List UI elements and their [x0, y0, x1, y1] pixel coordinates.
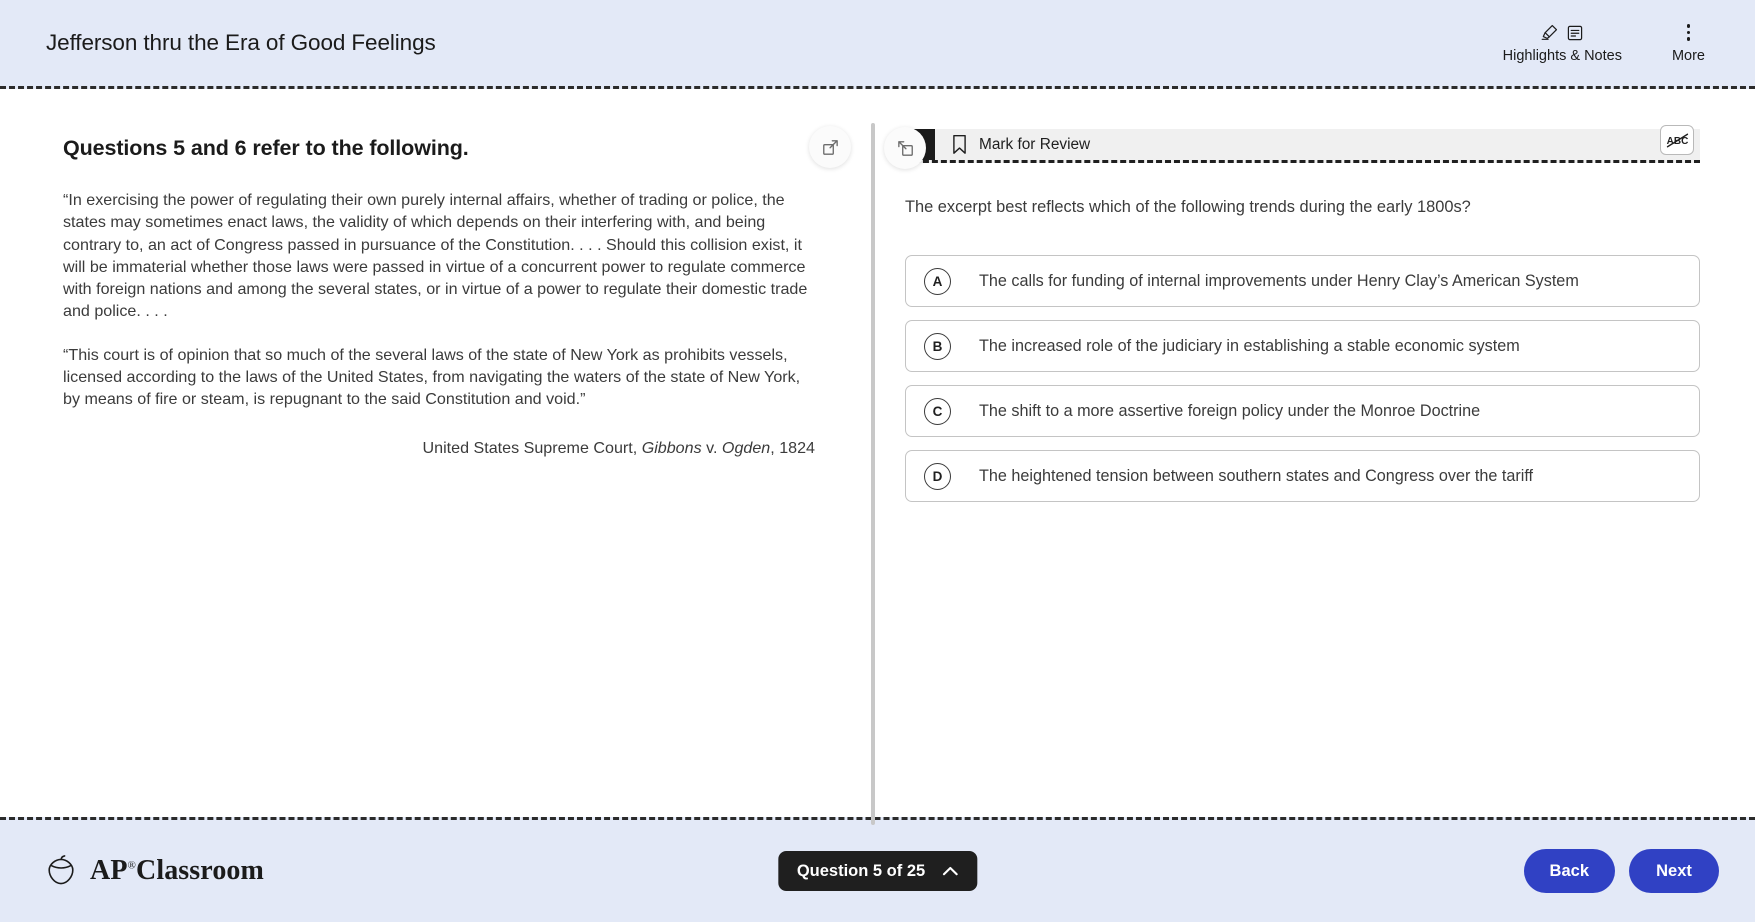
mark-for-review-button[interactable]: Mark for Review: [935, 129, 1090, 160]
highlighter-icon: [1540, 23, 1559, 42]
citation-v: v.: [701, 438, 722, 457]
citation-prefix: United States Supreme Court,: [422, 438, 642, 457]
ap-classroom-question-screen: Jefferson thru the Era of Good Feelings: [0, 0, 1755, 922]
brand-registered-mark: ®: [127, 859, 136, 872]
question-header-bar: 5 Mark for Review ABC: [905, 125, 1700, 163]
highlights-and-notes-label: Highlights & Notes: [1502, 47, 1622, 64]
option-letter: A: [924, 267, 951, 295]
kebab-menu-icon: [1686, 23, 1691, 43]
question-pager-button[interactable]: Question 5 of 25: [777, 851, 978, 891]
mark-for-review-label: Mark for Review: [979, 135, 1091, 153]
passage-paragraph: “This court is of opinion that so much o…: [63, 345, 801, 409]
chevron-up-icon: [942, 866, 958, 877]
page-title: Jefferson thru the Era of Good Feelings: [46, 30, 436, 55]
more-icon-row: [1686, 23, 1691, 43]
next-button[interactable]: Next: [1629, 849, 1719, 893]
expand-passage-panel-button[interactable]: [809, 126, 851, 168]
option-letter: D: [924, 462, 951, 490]
bookmark-icon: [951, 134, 968, 155]
collapse-panel-icon: [896, 139, 915, 158]
question-bar-spacer: [1090, 129, 1700, 160]
answer-option-d[interactable]: D The heightened tension between souther…: [905, 450, 1700, 502]
question-panel: 5 Mark for Review ABC: [873, 89, 1755, 817]
more-label: More: [1671, 47, 1705, 64]
highlights-icons: [1540, 23, 1584, 43]
app-footer: AP®Classroom Question 5 of 25 Back Next: [0, 817, 1755, 922]
passage-citation: United States Supreme Court, Gibbons v. …: [63, 437, 817, 459]
citation-year: , 1824: [770, 438, 815, 457]
citation-case-name-2: Ogden: [721, 438, 771, 457]
app-header: Jefferson thru the Era of Good Feelings: [0, 0, 1755, 89]
answer-option-c[interactable]: C The shift to a more assertive foreign …: [905, 385, 1700, 437]
answer-option-a[interactable]: A The calls for funding of internal impr…: [905, 255, 1700, 307]
citation-case-name-1: Gibbons: [641, 438, 702, 457]
brand-classroom: Classroom: [136, 855, 264, 886]
content-area: Questions 5 and 6 refer to the following…: [0, 89, 1755, 825]
option-letter: B: [924, 332, 951, 360]
panel-resize-divider[interactable]: [871, 123, 875, 825]
navigation-buttons: Back Next: [1523, 849, 1719, 893]
answer-option-b[interactable]: B The increased role of the judiciary in…: [905, 320, 1700, 372]
collapse-question-panel-button[interactable]: [884, 127, 926, 169]
option-text: The increased role of the judiciary in e…: [979, 336, 1520, 355]
back-button[interactable]: Back: [1523, 849, 1615, 893]
more-button[interactable]: More: [1672, 23, 1705, 64]
option-letter: C: [924, 397, 951, 425]
cross-out-tool-button[interactable]: ABC: [1660, 125, 1694, 155]
brand-text: AP®Classroom: [90, 855, 264, 887]
abc-crossout-icon: ABC: [1665, 131, 1690, 150]
option-text: The heightened tension between southern …: [979, 466, 1534, 485]
passage-panel: Questions 5 and 6 refer to the following…: [0, 89, 873, 817]
option-text: The calls for funding of internal improv…: [979, 271, 1579, 290]
passage-paragraph: “In exercising the power of regulating t…: [63, 191, 808, 321]
note-icon: [1566, 24, 1584, 42]
header-actions: Highlights & Notes More: [1503, 23, 1727, 64]
question-pager-label: Question 5 of 25: [796, 861, 926, 880]
passage-heading: Questions 5 and 6 refer to the following…: [63, 136, 469, 160]
option-text: The shift to a more assertive foreign po…: [979, 401, 1481, 420]
ap-classroom-logo: AP®Classroom: [46, 854, 264, 888]
acorn-logo-icon: [46, 854, 76, 888]
expand-panel-icon: [821, 138, 840, 157]
highlights-and-notes-button[interactable]: Highlights & Notes: [1503, 23, 1622, 64]
question-stem: The excerpt best reflects which of the f…: [905, 198, 1471, 216]
brand-ap: AP: [90, 855, 128, 886]
answer-options-list: A The calls for funding of internal impr…: [905, 255, 1700, 502]
